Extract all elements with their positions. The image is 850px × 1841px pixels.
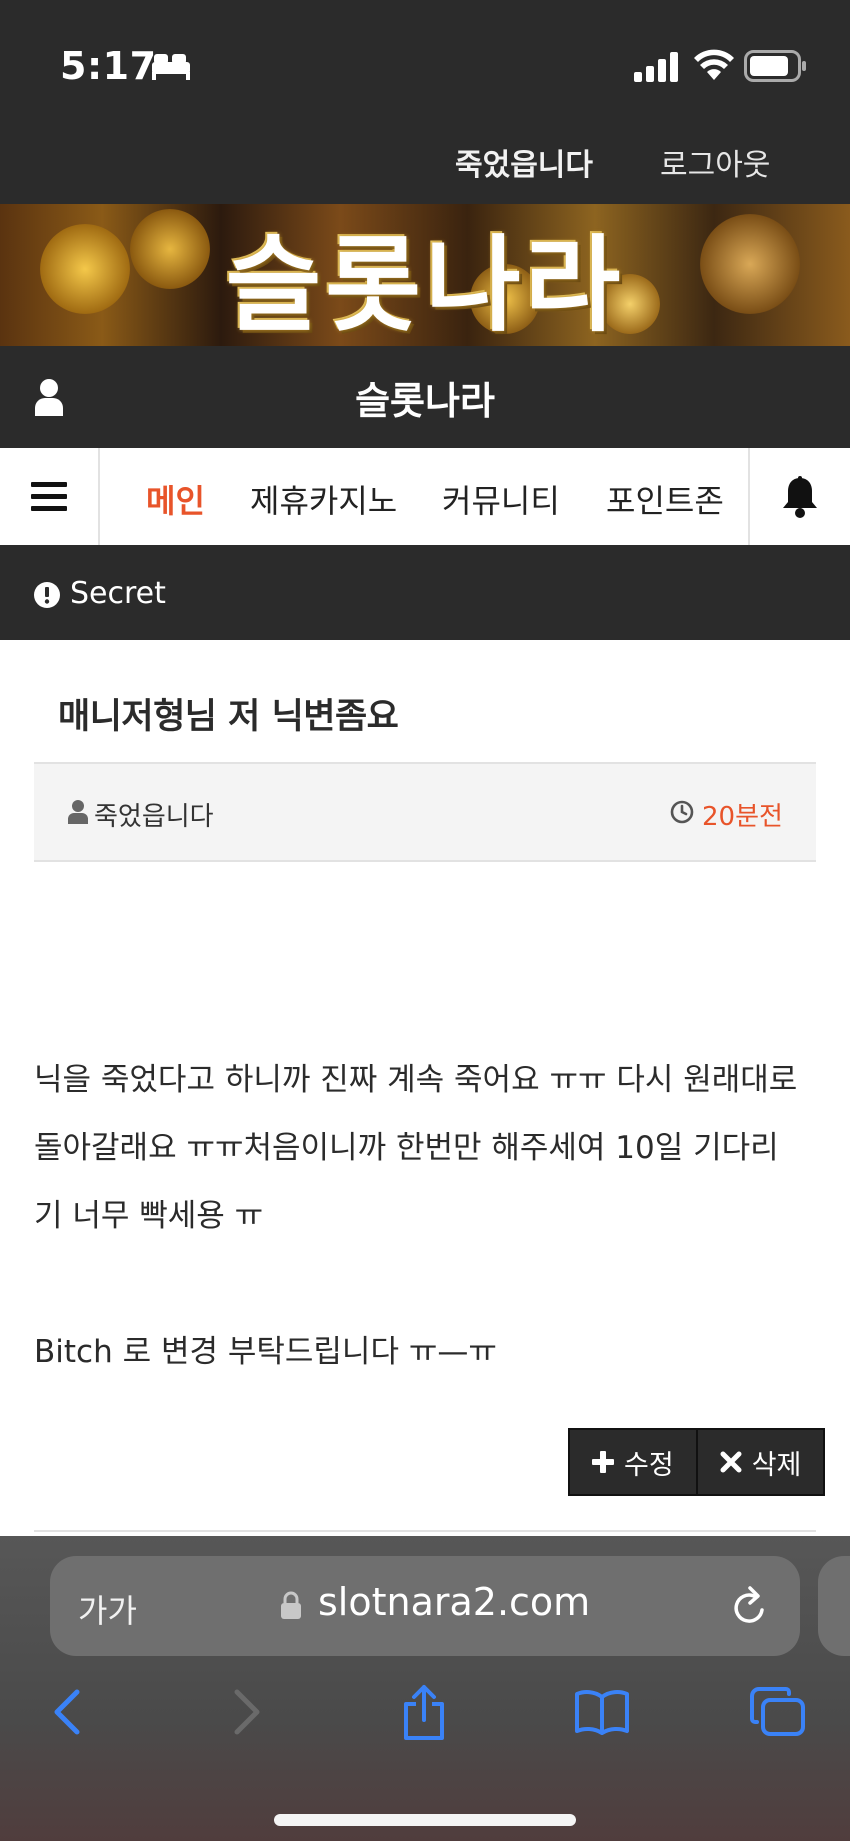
- cellular-signal-icon: [634, 52, 678, 82]
- main-nav: 메인 제휴카지노 커뮤니티 포인트존: [0, 448, 850, 548]
- delete-button[interactable]: 삭제: [695, 1430, 824, 1494]
- address-bar[interactable]: 가가 slotnara2.com: [50, 1556, 800, 1656]
- sleep-mode-icon: [152, 54, 190, 80]
- section-header: Secret: [0, 548, 850, 640]
- reader-settings-button[interactable]: 가가: [78, 1586, 137, 1632]
- author-icon: [68, 800, 88, 824]
- post-author[interactable]: 죽었읍니다: [94, 796, 214, 833]
- menu-button[interactable]: [0, 448, 100, 545]
- edit-button[interactable]: 수정: [570, 1430, 696, 1494]
- url-text[interactable]: slotnara2.com: [318, 1580, 590, 1624]
- account-bar: 죽었읍니다 로그아웃: [0, 120, 850, 204]
- bell-icon: [783, 475, 817, 518]
- notifications-button[interactable]: [748, 448, 850, 545]
- nav-item-point-zone[interactable]: 포인트존: [606, 476, 724, 522]
- post-meta: 죽었읍니다 20분전: [34, 762, 816, 862]
- post-body-line: 닉을 죽었다고 하니까 진짜 계속 죽어요 ㅠㅠ 다시 원래대로: [34, 1062, 798, 1098]
- chevron-left-icon: [54, 1689, 80, 1735]
- tabs-icon: [750, 1687, 805, 1736]
- post-body: 닉을 죽었다고 하니까 진짜 계속 죽어요 ㅠㅠ 다시 원래대로 돌아갈래요 ㅠ…: [34, 1046, 824, 1386]
- site-title[interactable]: 슬롯나라: [0, 346, 850, 448]
- post-time: 20분전: [702, 802, 783, 832]
- exclamation-circle-icon: [34, 582, 60, 608]
- tabs-button[interactable]: [748, 1684, 808, 1740]
- lock-icon: [281, 1591, 301, 1619]
- share-button[interactable]: [394, 1684, 454, 1740]
- home-indicator: [274, 1814, 576, 1826]
- nav-item-partner-casino[interactable]: 제휴카지노: [250, 476, 397, 522]
- status-bar: 5:17: [0, 0, 850, 130]
- browser-toolbar: 가가 slotnara2.com: [0, 1536, 850, 1841]
- bookmarks-button[interactable]: [572, 1684, 632, 1740]
- post-actions: 수정 삭제: [568, 1428, 826, 1496]
- book-icon: [575, 1690, 629, 1735]
- post-title: 매니저형님 저 닉변좀요: [58, 697, 399, 737]
- back-button[interactable]: [36, 1684, 96, 1740]
- battery-icon: [744, 50, 806, 82]
- status-time: 5:17: [60, 44, 157, 88]
- reload-icon[interactable]: [730, 1584, 770, 1628]
- share-icon: [404, 1685, 444, 1740]
- delete-button-label: 삭제: [751, 1449, 802, 1481]
- close-icon: [720, 1451, 742, 1473]
- forward-button[interactable]: [218, 1684, 278, 1740]
- banner-title: 슬롯나라: [225, 223, 625, 346]
- next-tab-preview[interactable]: [818, 1556, 850, 1656]
- site-title-bar: 슬롯나라: [0, 346, 850, 448]
- divider: [34, 1530, 816, 1532]
- nav-item-main[interactable]: 메인: [146, 476, 205, 522]
- post-body-line: Bitch 로 변경 부탁드립니다 ㅠ—ㅠ: [34, 1334, 497, 1370]
- post-body-line: 기 너무 빡세용 ㅠ: [34, 1198, 264, 1234]
- nav-item-community[interactable]: 커뮤니티: [442, 476, 560, 522]
- plus-icon: [592, 1451, 614, 1473]
- logout-link[interactable]: 로그아웃: [660, 140, 770, 184]
- site-banner[interactable]: 슬롯나라: [0, 204, 850, 346]
- post-body-line: 돌아갈래요 ㅠㅠ처음이니까 한번만 해주세여 10일 기다리: [34, 1130, 779, 1166]
- account-username-link[interactable]: 죽었읍니다: [455, 140, 593, 184]
- edit-button-label: 수정: [624, 1449, 674, 1481]
- clock-icon: [670, 800, 694, 824]
- chevron-right-icon: [234, 1689, 260, 1735]
- wifi-icon: [694, 49, 734, 80]
- section-title: Secret: [70, 576, 166, 611]
- hamburger-menu-icon: [31, 481, 67, 511]
